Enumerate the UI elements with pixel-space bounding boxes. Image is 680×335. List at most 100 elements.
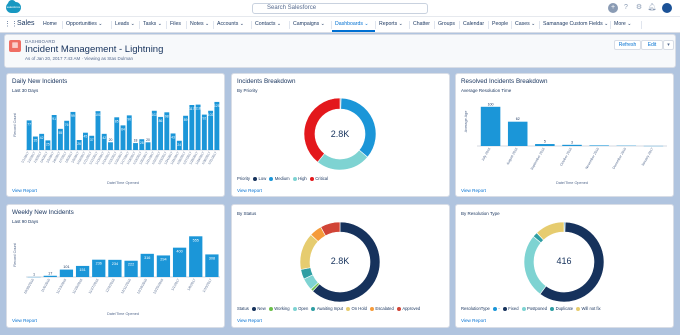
bar-value-label: 118 <box>195 107 201 111</box>
x-tick-label: November 2016 <box>584 147 600 170</box>
daily-incidents-chart[interactable]: Record CountDate/Time Opened771/1/201735… <box>8 94 223 188</box>
bar-value-label: 92 <box>202 117 206 121</box>
bar-value-label: 35 <box>33 139 37 143</box>
donut-center-total: 2.8K <box>330 256 350 266</box>
legend-label: Open <box>298 306 309 311</box>
chevron-down-icon[interactable]: ▾ <box>663 40 674 50</box>
legend-title: Status <box>237 306 249 311</box>
chart-legend: Status New Working Open Awaiting Input On Hol… <box>237 306 420 311</box>
card-title: Incidents Breakdown <box>237 78 296 85</box>
legend-title: ResolutionType <box>461 306 490 311</box>
nav-separator <box>539 21 540 29</box>
y-axis-label: Record Count <box>13 242 17 266</box>
nav-item-accounts[interactable]: Accounts ⌄ <box>217 21 244 28</box>
nav-item-more[interactable]: More ⌄ <box>614 21 632 28</box>
y-axis-label: Average Age <box>464 111 468 133</box>
view-report-link[interactable]: View Report <box>237 318 262 323</box>
view-report-link[interactable]: View Report <box>237 188 262 193</box>
nav-item-campaigns[interactable]: Campaigns ⌄ <box>293 21 325 28</box>
bar-value-label: 222 <box>128 263 134 267</box>
app-navigation-bar: ⋮⋮ Sales Home Opportunities ⌄ Leads ⌄ Tasks… <box>0 17 680 33</box>
nav-separator <box>289 21 290 29</box>
nav-item-calendar[interactable]: Calendar <box>463 21 484 28</box>
nav-item-opportunities[interactable]: Opportunities ⌄ <box>66 21 103 28</box>
bar-value-label: 101 <box>95 113 101 117</box>
nav-separator <box>251 21 252 29</box>
legend-swatch <box>521 306 526 311</box>
nav-item-leads[interactable]: Leads ⌄ <box>115 21 135 28</box>
card-subtitle: Last 30 Days <box>12 88 39 93</box>
salesforce-logo[interactable]: salesforce <box>6 0 21 13</box>
legend-title: Priority <box>237 176 251 181</box>
resolved-incidents-chart[interactable]: Average Age Date/Time Opened 100 July 2016 6… <box>457 94 672 188</box>
nav-separator <box>139 21 140 29</box>
nav-item-notes[interactable]: Notes ⌄ <box>190 21 209 28</box>
notifications-bell-icon[interactable]: 🔔︎ <box>647 3 657 13</box>
legend-label: Low <box>258 176 267 181</box>
bar-value-label: 26 <box>77 142 81 146</box>
legend-label: Fixed <box>508 306 519 311</box>
legend-swatch <box>292 176 297 181</box>
nav-separator <box>459 21 460 29</box>
nav-item-home[interactable]: Home <box>43 21 57 28</box>
bar <box>108 142 113 150</box>
legend-swatch <box>292 306 297 311</box>
nav-separator <box>434 21 435 29</box>
edit-button[interactable]: Edit <box>641 40 663 50</box>
donut-slice-will-not-fix <box>536 221 565 241</box>
nav-item-dashboards[interactable]: Dashboards ⌄ <box>335 21 369 28</box>
bar-value-label: 98 <box>165 114 169 118</box>
donut-slice-medium <box>340 97 377 158</box>
donut-center-total: 416 <box>556 256 572 266</box>
x-tick-label: 11/6/2016 <box>40 278 51 293</box>
nav-item-samanage-custom-fields[interactable]: Samanage Custom Fields ⌄ <box>543 21 608 28</box>
nav-item-files[interactable]: Files <box>170 21 181 28</box>
setup-gear-icon[interactable]: ⚙ <box>634 3 644 13</box>
logo-text: salesforce <box>6 5 21 9</box>
bar <box>43 275 57 277</box>
view-report-link[interactable]: View Report <box>12 188 37 193</box>
add-icon[interactable]: + <box>608 3 618 13</box>
bar-value-label: 91 <box>52 117 56 121</box>
global-search-input[interactable]: Search Salesforce <box>252 3 428 14</box>
nav-separator <box>186 21 187 29</box>
nav-separator <box>62 21 63 29</box>
x-tick-label: 12/4/2016 <box>105 278 116 293</box>
nav-item-contacts[interactable]: Contacts ⌄ <box>255 21 281 28</box>
nav-separator <box>641 21 642 29</box>
x-tick-label: 1/1/2017 <box>170 278 180 292</box>
bar-value-label: 77 <box>27 122 31 126</box>
nav-item-groups[interactable]: Groups <box>438 21 455 28</box>
bar-value-label: 236 <box>96 262 102 266</box>
donut-center-total: 2.8K <box>330 129 350 139</box>
refresh-button[interactable]: Refresh <box>614 40 641 50</box>
bar <box>214 101 220 150</box>
bar-value-label: 89 <box>184 118 188 122</box>
legend-label: Approved <box>402 306 421 311</box>
legend-label: High <box>298 176 307 181</box>
nav-item-cases[interactable]: Cases ⌄ <box>515 21 536 28</box>
nav-item-reports[interactable]: Reports ⌄ <box>379 21 403 28</box>
app-launcher-icon[interactable]: ⋮⋮ <box>4 20 18 29</box>
bar <box>562 144 582 146</box>
view-report-link[interactable]: View Report <box>12 318 37 323</box>
nav-item-tasks[interactable]: Tasks ⌄ <box>143 21 162 28</box>
legend-swatch <box>346 306 351 311</box>
app-name: Sales <box>17 20 35 27</box>
bar-value-label: 42 <box>40 136 44 140</box>
x-tick-label: 11/13/2016 <box>55 278 67 295</box>
view-report-link[interactable]: View Report <box>461 318 486 323</box>
card-subtitle: Average Resolution Time <box>461 88 512 93</box>
legend-label: Awaiting Input <box>316 306 344 311</box>
legend-swatch <box>253 176 258 181</box>
user-avatar[interactable] <box>662 3 672 13</box>
nav-item-chatter[interactable]: Chatter <box>413 21 430 28</box>
help-icon[interactable]: ? <box>621 3 631 13</box>
weekly-incidents-chart[interactable]: Record Count Date/Time Opened 1 10/30/2016 1… <box>8 225 223 319</box>
view-report-link[interactable]: View Report <box>461 188 486 193</box>
bar-value-label: 20 <box>146 138 150 142</box>
legend-swatch <box>251 306 256 311</box>
nav-item-people[interactable]: People <box>492 21 508 28</box>
bar-value-label: 90 <box>127 117 131 121</box>
legend-swatch <box>576 306 581 311</box>
